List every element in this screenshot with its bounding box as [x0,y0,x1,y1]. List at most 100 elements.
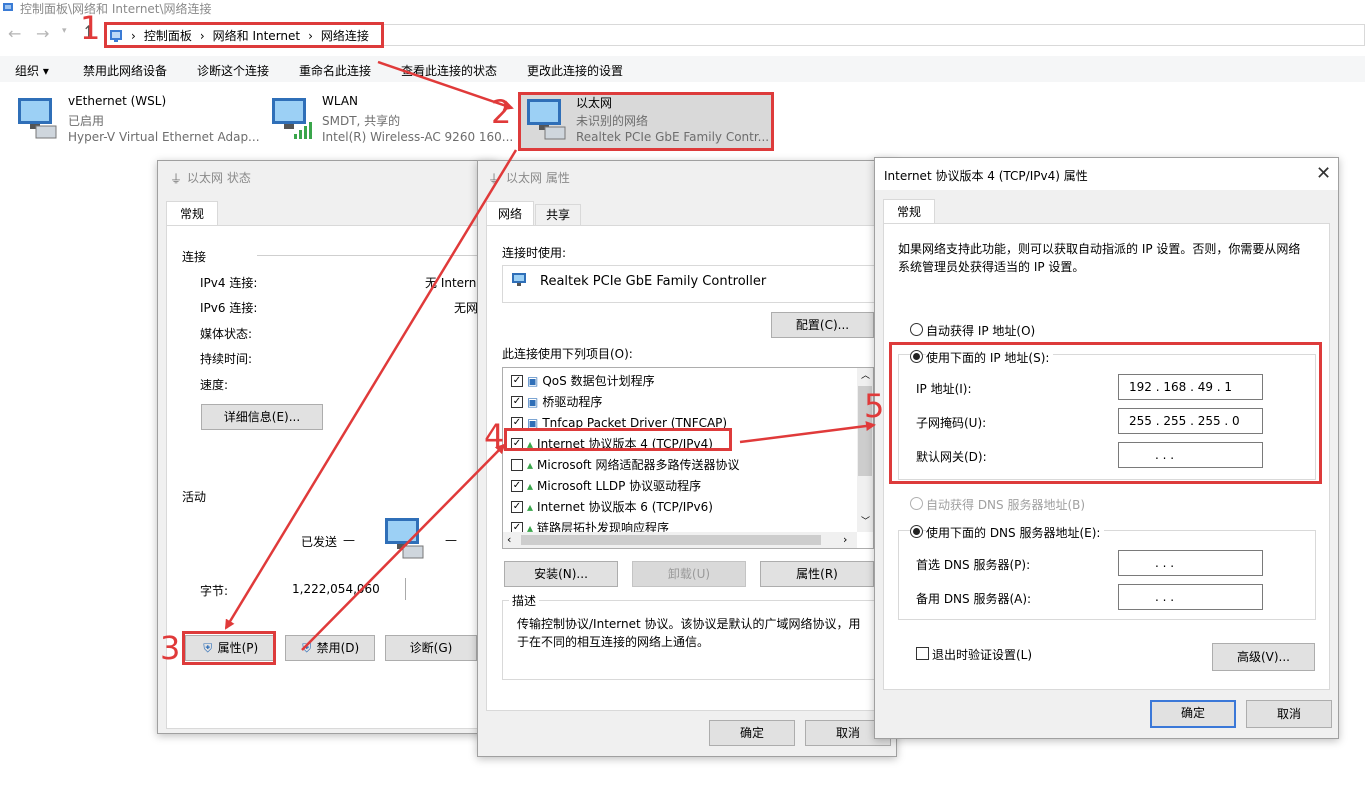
validate-checkbox[interactable] [916,647,929,660]
network-adapter-icon [14,96,62,140]
adapter-wlan[interactable]: WLAN SMDT, 共享的 Intel(R) Wireless-AC 9260… [268,92,518,148]
horizontal-scrollbar[interactable]: ‹ › [503,532,857,548]
network-icon: ⏚ [488,172,501,186]
dialog-title: 以太网 状态 [187,171,251,185]
ethernet-properties-dialog: ⏚ 以太网 属性 网络 共享 连接时使用: Realtek PCIe GbE F… [477,160,897,757]
items-list[interactable]: ✓ ▣ QoS 数据包计划程序 ✓ ▣ 桥驱动程序 ✓ ▣ Tnfcap Pac… [502,367,874,549]
description-text: 传输控制协议/Internet 协议。该协议是默认的广域网络协议，用于在不同的相… [517,617,861,649]
item-checkbox[interactable]: ✓ [511,416,523,429]
toolbar-diagnose[interactable]: 诊断这个连接 [197,62,269,79]
list-item[interactable]: ✓ ▣ 桥驱动程序 [511,391,602,412]
item-checkbox[interactable]: ✓ [511,479,523,492]
items-label: 此连接使用下列项目(O): [502,347,633,361]
shield-icon: ⛨ [302,641,312,655]
adapter-device: Hyper-V Virtual Ethernet Adap... [68,130,260,144]
scroll-right-icon[interactable]: › [843,533,847,546]
alternate-dns-value: . . . [1155,590,1175,604]
list-item[interactable]: ✓ ▴ Microsoft LLDP 协议驱动程序 [511,475,701,496]
scroll-up-icon[interactable]: ︿ [861,368,870,381]
tab-sharing[interactable]: 共享 [535,204,581,226]
connection-group-label: 连接 [182,250,207,264]
connect-using-label: 连接时使用: [502,246,567,260]
auto-ip-label[interactable]: 自动获得 IP 地址(O) [926,322,1035,339]
item-checkbox[interactable] [511,458,523,471]
ok-button[interactable]: 确定 [1150,700,1236,728]
item-label: Internet 协议版本 6 (TCP/IPv6) [537,500,713,514]
cancel-button-label: 取消 [835,726,860,740]
tab-general[interactable]: 常规 [166,201,218,226]
toolbar-rename[interactable]: 重命名此连接 [299,62,371,79]
adapter-name: Realtek PCIe GbE Family Controller [540,274,767,289]
intro-text: 如果网络支持此功能，则可以获取自动指派的 IP 设置。否则，你需要从网络系统管理… [898,242,1301,274]
network-icon: ⏚ [170,172,183,186]
step-number-4: 4 [484,417,505,455]
close-icon[interactable]: ✕ [1316,165,1331,183]
scroll-thumb[interactable] [521,535,821,545]
forward-arrow-icon[interactable]: → [36,24,49,43]
manual-dns-label[interactable]: 使用下面的 DNS 服务器地址(E): [926,524,1105,541]
back-arrow-icon[interactable]: ← [8,24,21,43]
description-title: 描述 [509,592,540,609]
item-properties-button[interactable]: 属性(R) [760,561,874,587]
ok-button[interactable]: 确定 [709,720,795,746]
adapter-vethernet[interactable]: vEthernet (WSL) 已启用 Hyper-V Virtual Ethe… [14,92,264,148]
item-label: 桥驱动程序 [542,395,603,409]
item-checkbox[interactable]: ✓ [511,395,523,408]
alternate-dns-field[interactable]: . . . [1118,584,1263,610]
configure-button[interactable]: 配置(C)... [771,312,874,338]
highlight-ethernet-adapter [518,92,774,151]
sent-dash-right: — [445,533,457,547]
scroll-left-icon[interactable]: ‹ [507,533,511,546]
auto-dns-radio [910,497,923,510]
disable-button-label: 禁用(D) [316,641,360,655]
adapter-name: vEthernet (WSL) [68,94,167,108]
advanced-button[interactable]: 高级(V)... [1212,643,1315,671]
group-divider [257,255,497,256]
details-button[interactable]: 详细信息(E)... [201,404,323,430]
ipv6-connection-value: 无网 [454,301,479,315]
diagnose-button[interactable]: 诊断(G) [385,635,477,661]
item-checkbox[interactable]: ✓ [511,500,523,513]
activity-group-label: 活动 [182,490,207,504]
tab-network[interactable]: 网络 [486,201,534,226]
preferred-dns-field[interactable]: . . . [1118,550,1263,576]
toolbar-disable-device[interactable]: 禁用此网络设备 [83,62,167,79]
scroll-down-icon[interactable]: ﹀ [861,514,870,527]
toolbar-organize[interactable]: 组织 ▾ [15,62,49,79]
recent-dropdown-icon[interactable]: ▾ [62,26,67,36]
auto-ip-radio[interactable] [910,323,923,336]
cancel-button[interactable]: 取消 [1246,700,1332,728]
list-item[interactable]: ✓ ▴ Internet 协议版本 6 (TCP/IPv6) [511,496,713,517]
tab-general[interactable]: 常规 [883,199,935,224]
list-item[interactable]: ✓ ▣ QoS 数据包计划程序 [511,370,655,391]
configure-button-label: 配置(C)... [795,318,850,332]
protocol-icon: ▴ [527,478,534,493]
adapter-box: Realtek PCIe GbE Family Controller [502,265,877,303]
network-activity-icon [381,516,429,560]
disable-button[interactable]: ⛨ 禁用(D) [285,635,375,661]
highlight-ip-settings [889,342,1322,484]
highlight-properties-button [182,631,276,665]
manual-dns-radio[interactable] [910,525,923,538]
toolbar-view-status[interactable]: 查看此连接的状态 [401,62,497,79]
list-item[interactable]: ▴ Microsoft 网络适配器多路传送器协议 [511,454,739,475]
install-button[interactable]: 安装(N)... [504,561,618,587]
window-icon [2,1,14,13]
protocol-icon: ▴ [527,457,534,472]
network-panel: 连接时使用: Realtek PCIe GbE Family Controlle… [486,225,890,711]
duration-label: 持续时间: [200,352,253,366]
auto-dns-label: 自动获得 DNS 服务器地址(B) [926,498,1086,512]
step-number-2: 2 [491,93,512,131]
diagnose-button-label: 诊断(G) [409,641,453,655]
validate-label[interactable]: 退出时验证设置(L) [932,646,1032,663]
adapter-status: SMDT, 共享的 [322,114,401,128]
protocol-icon: ▴ [527,499,534,514]
tab-label: 常规 [179,207,204,221]
ipv6-connection-label: IPv6 连接: [200,301,258,315]
alternate-dns-label: 备用 DNS 服务器(A): [916,592,1032,606]
toolbar-change-settings[interactable]: 更改此连接的设置 [527,62,623,79]
item-checkbox[interactable]: ✓ [511,374,523,387]
bytes-sent-value: 1,222,054,060 [292,582,380,596]
item-label: QoS 数据包计划程序 [542,374,655,388]
window-title-bar: 控制面板\网络和 Internet\网络连接 [0,0,1365,16]
